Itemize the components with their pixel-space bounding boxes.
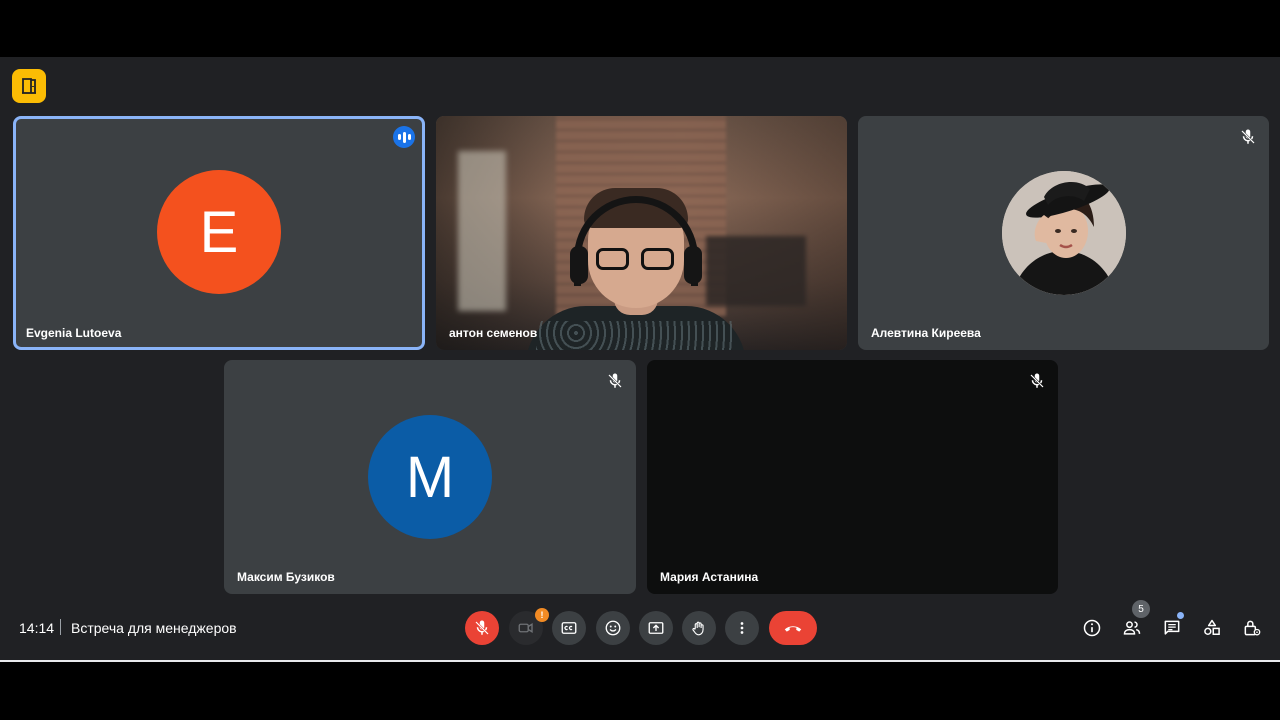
- mic-off-icon: [475, 620, 489, 635]
- participant-tile-2[interactable]: антон семенов: [436, 116, 847, 350]
- activities-button[interactable]: [1201, 617, 1223, 639]
- avatar-initial: E: [199, 199, 239, 265]
- participant-name: Мария Астанина: [660, 570, 759, 584]
- camera-toggle-button[interactable]: !: [509, 608, 549, 645]
- participant-tile-1[interactable]: E Evgenia Lutoeva: [13, 116, 425, 350]
- meeting-title[interactable]: Встреча для менеджеров: [71, 620, 237, 636]
- present-icon: [648, 622, 664, 634]
- raise-hand-button[interactable]: [682, 611, 716, 645]
- host-controls-icon: [1244, 620, 1261, 636]
- people-icon: [1123, 621, 1141, 635]
- video-feed: [436, 116, 847, 350]
- profile-photo: [1002, 171, 1126, 295]
- activities-icon: [1204, 619, 1220, 635]
- participant-name: антон семенов: [449, 326, 538, 340]
- company-badge[interactable]: [12, 69, 46, 103]
- meeting-details-button[interactable]: [1081, 617, 1103, 639]
- info-icon: [1083, 619, 1101, 637]
- camera-warning-badge: !: [535, 608, 549, 622]
- emoji-icon: [605, 620, 621, 636]
- participant-name: Алевтина Киреева: [871, 326, 981, 340]
- people-button[interactable]: [1121, 617, 1143, 639]
- chat-button[interactable]: [1161, 617, 1183, 639]
- avatar: M: [368, 415, 492, 539]
- hand-icon: [692, 621, 704, 636]
- participant-name: Evgenia Lutoeva: [26, 326, 122, 340]
- avatar-initial: M: [405, 444, 455, 510]
- camera-off-icon: [518, 623, 533, 633]
- mic-off-icon: [1030, 373, 1044, 388]
- present-button[interactable]: [639, 611, 673, 645]
- captions-button[interactable]: [552, 611, 586, 645]
- more-vert-icon: [740, 622, 744, 634]
- call-end-icon: [784, 626, 802, 632]
- participant-count-badge: 5: [1132, 600, 1150, 618]
- mic-toggle-button[interactable]: [465, 611, 499, 645]
- mic-off-icon: [608, 373, 622, 388]
- meeting-clock: 14:14: [19, 620, 55, 636]
- emoji-button[interactable]: [596, 611, 630, 645]
- participant-tile-4[interactable]: M Максим Бузиков: [224, 360, 636, 594]
- window-bottom-border: [0, 660, 1280, 662]
- end-call-button[interactable]: [769, 611, 817, 645]
- host-controls-button[interactable]: [1241, 617, 1263, 639]
- avatar: E: [157, 170, 281, 294]
- participant-tile-5[interactable]: Мария Астанина: [647, 360, 1058, 594]
- speaking-indicator-icon: [393, 126, 415, 148]
- door-icon: [22, 78, 36, 94]
- chat-icon: [1164, 620, 1180, 635]
- meet-window: E Evgenia Lutoeva антон семенов Алевтина…: [0, 57, 1280, 661]
- mic-off-icon: [1241, 129, 1255, 144]
- participant-tile-3[interactable]: Алевтина Киреева: [858, 116, 1269, 350]
- divider: [60, 619, 61, 635]
- cc-icon: [561, 622, 577, 634]
- more-options-button[interactable]: [725, 611, 759, 645]
- participant-name: Максим Бузиков: [237, 570, 335, 584]
